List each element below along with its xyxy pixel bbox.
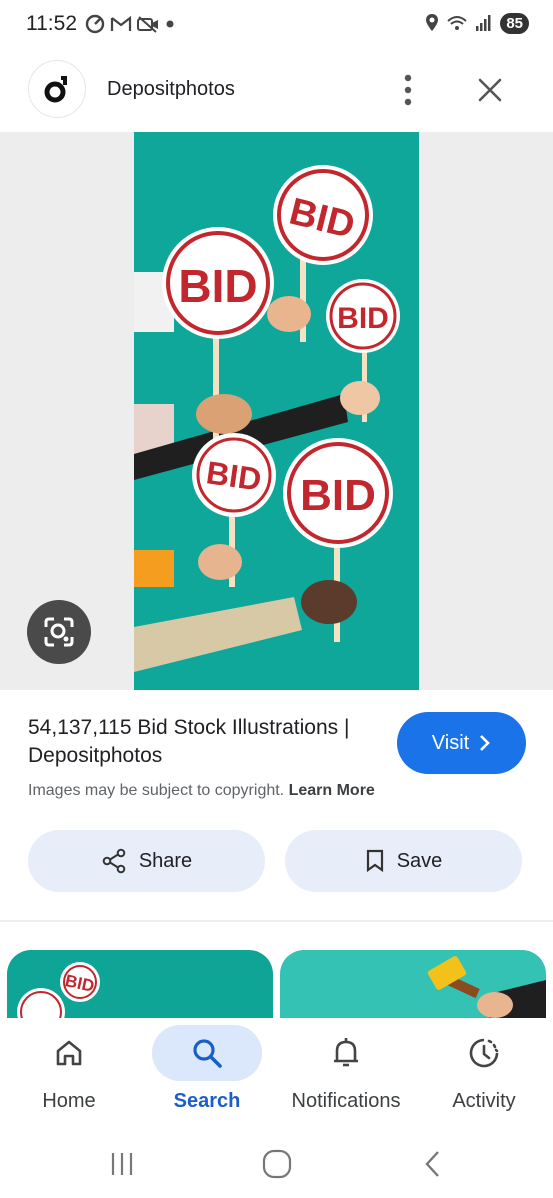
bid-sign-2: BID	[273, 165, 373, 265]
nav-home-icon-wrap	[14, 1025, 124, 1081]
nav-activity-icon-wrap	[429, 1025, 539, 1081]
wifi-icon	[447, 16, 467, 30]
activity-icon	[469, 1038, 499, 1068]
recent-apps-icon	[111, 1153, 133, 1175]
header: Depositphotos	[0, 52, 553, 132]
nav-notifications[interactable]: Notifications	[277, 1018, 415, 1130]
bid-sign-1: BID	[162, 227, 274, 339]
result-title[interactable]: 54,137,115 Bid Stock Illustrations | Dep…	[28, 714, 388, 770]
back-chevron-icon	[425, 1151, 439, 1177]
close-icon	[478, 78, 502, 102]
share-button[interactable]: Share	[28, 830, 265, 892]
location-icon	[426, 14, 439, 31]
status-right-icons: 85	[424, 12, 529, 34]
status-left-icons	[84, 13, 176, 35]
bid-sign-4: BID	[192, 433, 276, 517]
more-vert-icon	[404, 74, 412, 106]
nav-search-icon-wrap	[152, 1025, 262, 1081]
site-logo[interactable]	[28, 60, 86, 118]
learn-more-link[interactable]: Learn More	[289, 782, 375, 799]
status-time: 11:52	[26, 12, 77, 35]
signal-icon	[476, 15, 491, 31]
search-icon	[193, 1039, 222, 1068]
more-options-button[interactable]	[392, 70, 424, 110]
home-system-button[interactable]	[253, 1140, 301, 1188]
close-button[interactable]	[470, 70, 510, 110]
nav-home-label: Home	[42, 1090, 96, 1112]
svg-text:BID: BID	[337, 302, 389, 335]
bell-icon	[334, 1038, 358, 1067]
nav-notifications-icon-wrap	[291, 1025, 401, 1081]
save-button[interactable]: Save	[285, 830, 522, 892]
copyright-text: Images may be subject to copyright.	[28, 782, 285, 799]
dot-icon	[166, 20, 174, 28]
section-divider	[0, 920, 553, 922]
save-label: Save	[396, 849, 443, 872]
bid-illustration: BID BID BID BID BID	[134, 165, 400, 672]
svg-text:BID: BID	[178, 260, 257, 312]
video-off-icon	[137, 16, 158, 33]
related-image-1[interactable]: BID	[7, 950, 273, 1020]
battery-indicator: 85	[500, 12, 529, 34]
home-icon	[56, 1040, 82, 1066]
gmail-icon	[110, 15, 132, 31]
svg-text:BID: BID	[204, 454, 264, 497]
sync-icon	[85, 14, 105, 34]
visit-label: Visit	[431, 731, 470, 754]
recent-apps-button[interactable]	[98, 1140, 146, 1188]
related-image-2[interactable]	[280, 950, 546, 1020]
home-circle-icon	[262, 1149, 292, 1179]
share-icon	[102, 848, 126, 874]
nav-activity-label: Activity	[452, 1090, 516, 1112]
bookmark-icon	[366, 849, 383, 873]
related-thumb-1-art: BID	[17, 962, 100, 1020]
bid-sign-3: BID	[326, 279, 400, 353]
nav-notifications-label: Notifications	[291, 1090, 401, 1112]
bid-sign-5: BID	[283, 438, 393, 548]
related-thumb-2-art	[427, 956, 546, 1020]
system-navigation-bar	[0, 1130, 553, 1198]
back-button[interactable]	[408, 1140, 456, 1188]
site-name[interactable]: Depositphotos	[107, 78, 235, 101]
status-bar: 11:52 85	[0, 0, 553, 52]
image-preview-area: BID BID BID BID BID	[0, 132, 553, 690]
lens-icon	[44, 617, 74, 647]
chevron-right-icon	[480, 735, 491, 751]
main-image[interactable]: BID BID BID BID BID	[134, 132, 419, 690]
depositphotos-logo-icon	[44, 76, 67, 103]
google-lens-button[interactable]	[27, 600, 91, 664]
nav-activity[interactable]: Activity	[415, 1018, 553, 1130]
visit-button[interactable]: Visit	[397, 712, 526, 774]
share-label: Share	[138, 849, 193, 872]
bottom-navigation: Home Search Notifications Activity	[0, 1018, 553, 1130]
svg-text:BID: BID	[300, 471, 376, 520]
copyright-notice: Images may be subject to copyright. Lear…	[28, 782, 375, 800]
nav-search[interactable]: Search	[138, 1018, 276, 1130]
nav-home[interactable]: Home	[0, 1018, 138, 1130]
nav-search-label: Search	[173, 1090, 241, 1112]
